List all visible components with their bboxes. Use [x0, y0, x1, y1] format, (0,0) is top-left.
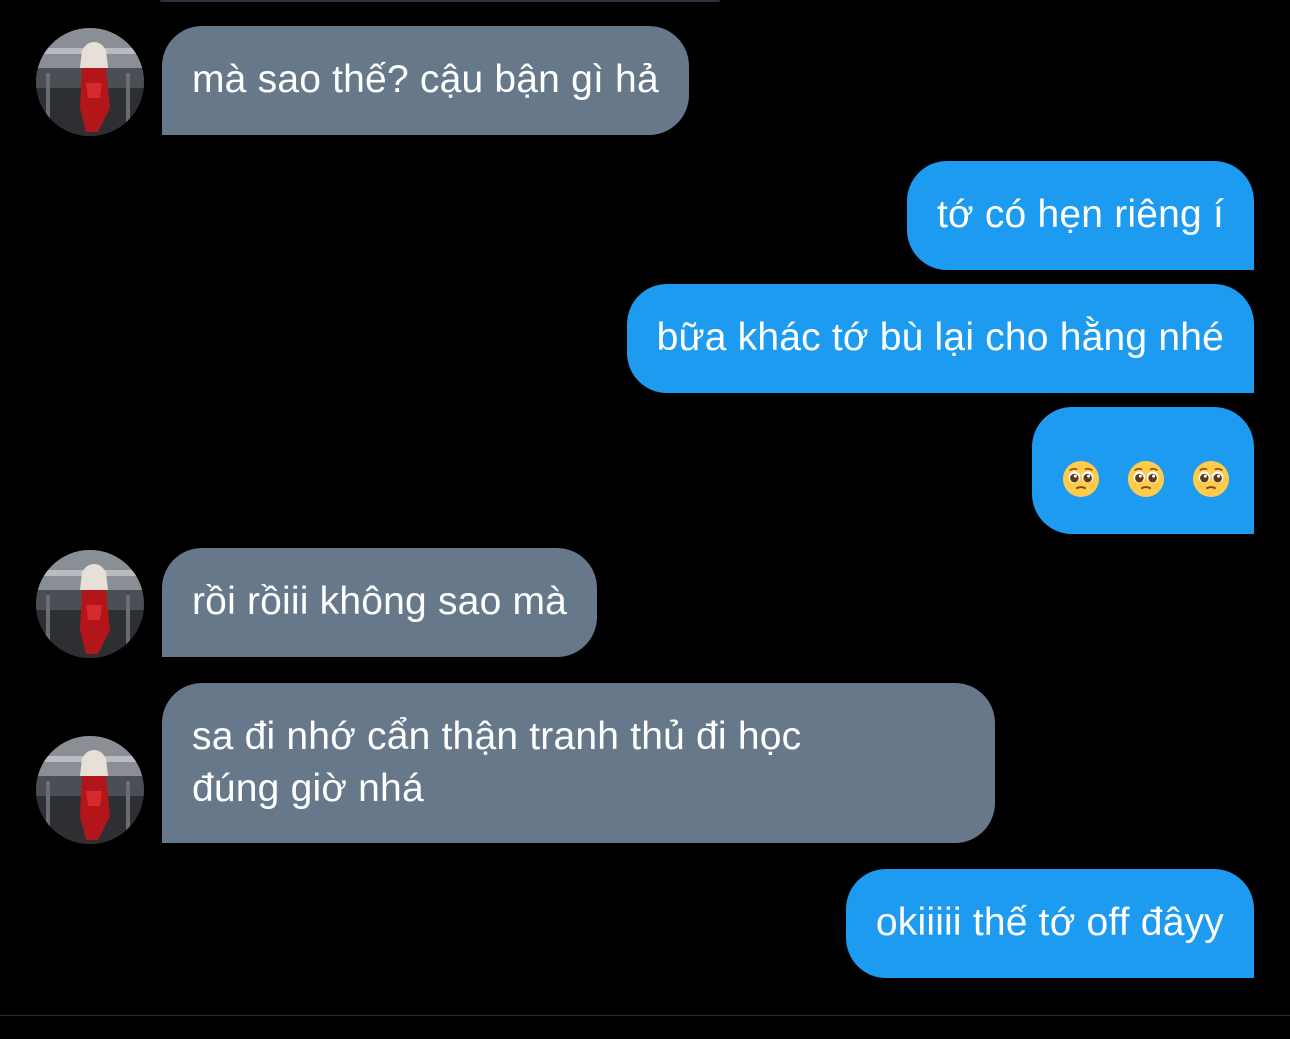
- message-bubble-outgoing[interactable]: tớ có hẹn riêng í: [907, 161, 1254, 270]
- message-bubble-incoming[interactable]: sa đi nhớ cẩn thận tranh thủ đi học đúng…: [162, 683, 995, 843]
- message-text: okiiiii thế tớ off đâyy: [875, 901, 1224, 944]
- message-bubble-incoming[interactable]: rồi rồiii không sao mà: [162, 548, 598, 657]
- pleading-face-icon: [1127, 460, 1165, 497]
- avatar[interactable]: [36, 736, 144, 844]
- message-bubble-outgoing-emoji[interactable]: [1032, 407, 1254, 534]
- pleading-face-icon: [1062, 460, 1100, 497]
- previous-bubble-edge: [160, 0, 720, 2]
- message-text: bữa khác tớ bù lại cho hằng nhé: [656, 316, 1224, 359]
- message-text: mà sao thế? cậu bận gì hả: [192, 58, 659, 101]
- message-text: đúng giờ nhá: [192, 767, 424, 810]
- message-bubble-outgoing[interactable]: bữa khác tớ bù lại cho hằng nhé: [626, 284, 1254, 393]
- emoji-row: [1054, 451, 1238, 503]
- pleading-face-icon: [1193, 460, 1230, 497]
- avatar[interactable]: [36, 28, 144, 136]
- avatar[interactable]: [36, 550, 144, 658]
- chat-thread: mà sao thế? cậu bận gì hả tớ có hẹn riên…: [0, 0, 1290, 1039]
- message-text: tớ có hẹn riêng í: [937, 193, 1224, 236]
- message-bubble-outgoing[interactable]: okiiiii thế tớ off đâyy: [845, 869, 1254, 978]
- message-text: sa đi nhớ cẩn thận tranh thủ đi học: [192, 715, 802, 758]
- message-text: rồi rồiii không sao mà: [192, 580, 568, 623]
- divider: [0, 1015, 1290, 1016]
- message-bubble-incoming[interactable]: mà sao thế? cậu bận gì hả: [162, 26, 689, 135]
